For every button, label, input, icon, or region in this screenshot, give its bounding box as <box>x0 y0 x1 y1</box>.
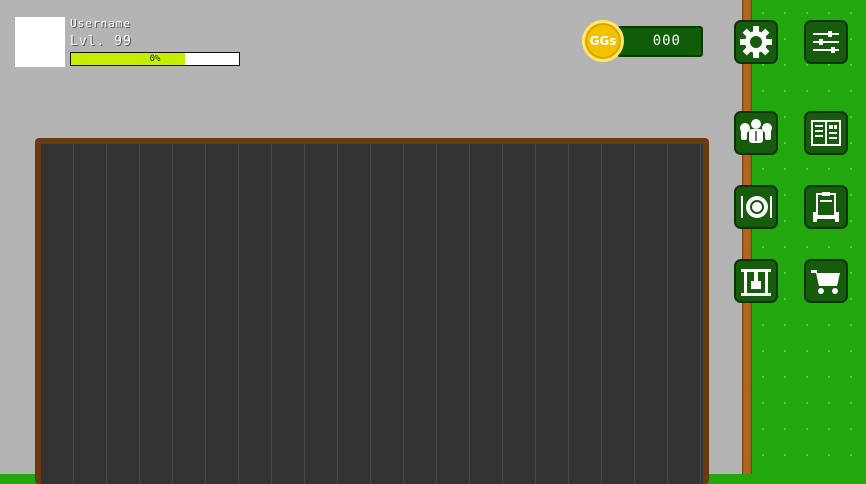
nutrition-button[interactable] <box>734 185 778 229</box>
strength-button[interactable] <box>734 111 778 155</box>
workout-plan-button[interactable] <box>804 185 848 229</box>
username-label: Username <box>70 17 131 30</box>
xp-progress-text: 0% <box>149 54 161 64</box>
shop-button[interactable] <box>804 259 848 303</box>
gym-button[interactable] <box>734 259 778 303</box>
game-board-frame <box>35 138 709 484</box>
settings-button[interactable] <box>734 20 778 64</box>
coin-icon: GGs <box>582 20 624 62</box>
wooden-fence <box>742 0 752 474</box>
game-board[interactable] <box>41 144 703 484</box>
gym-rack-icon <box>741 269 771 296</box>
coin-label: GGs <box>589 34 617 48</box>
xp-progress-bar: 0% <box>70 52 240 66</box>
journal-button[interactable] <box>804 111 848 155</box>
sliders-icon <box>813 31 839 53</box>
meal-plate-icon <box>741 196 772 218</box>
muscle-icon <box>740 119 772 143</box>
avatar[interactable] <box>15 17 65 67</box>
currency-amount: 000 <box>652 33 681 49</box>
currency-display: 000 <box>617 26 703 57</box>
level-label: Lvl. 99 <box>70 34 132 49</box>
shopping-cart-icon <box>811 270 840 294</box>
stats-book-icon <box>811 120 841 146</box>
options-button[interactable] <box>804 20 848 64</box>
grass-area <box>752 0 866 484</box>
gear-icon <box>740 26 772 58</box>
workout-plan-icon <box>813 192 839 222</box>
